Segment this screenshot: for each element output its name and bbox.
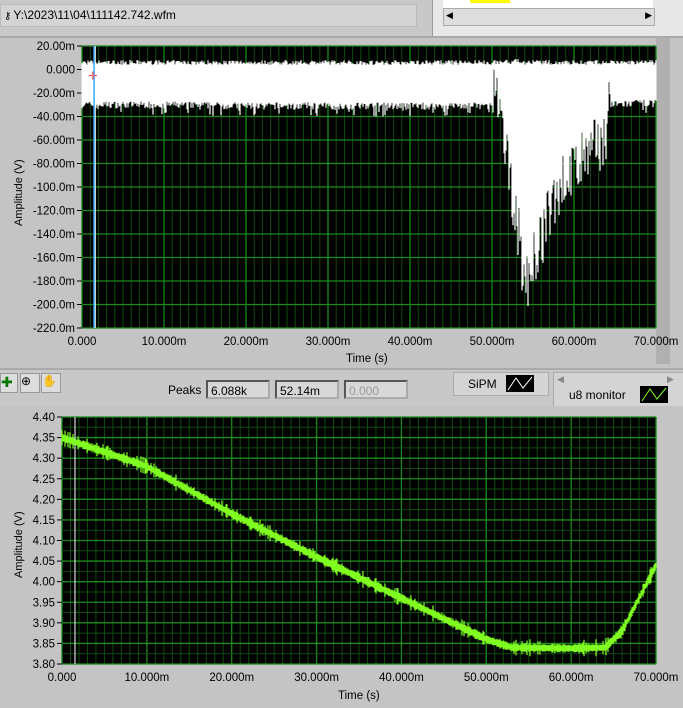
u8-monitor-graph[interactable]: 0.000 10.000m 20.000m 30.000m 40.000m 50.000m… (0, 0, 683, 708)
y-tick-label: 4.35 (33, 433, 55, 445)
x-axis-label-2: Time (s) (338, 690, 380, 702)
y-tick-label: 4.05 (33, 556, 55, 568)
y-tick-label: 4.15 (33, 515, 55, 527)
x-tick-label: 0.000 (48, 672, 77, 684)
x-tick-label: 70.000m (634, 672, 679, 684)
y-tick-label: 3.80 (33, 659, 55, 671)
y-tick-label: 4.30 (33, 453, 55, 465)
x-tick-label: 60.000m (549, 672, 594, 684)
x-tick-label: 50.000m (464, 672, 509, 684)
x-tick-label: 10.000m (124, 672, 169, 684)
x-tick-label: 20.000m (209, 672, 254, 684)
y-tick-label: 4.25 (33, 474, 55, 486)
y-tick-label: 3.90 (33, 618, 55, 630)
y-tick-label: 4.40 (33, 412, 55, 424)
x-tick-label: 40.000m (379, 672, 424, 684)
y-tick-label: 4.10 (33, 536, 55, 548)
y-axis-label-2: Amplitude (V) (13, 511, 25, 578)
x-tick-label: 30.000m (294, 672, 339, 684)
y-tick-label: 3.95 (33, 597, 55, 609)
y-tick-label: 4.20 (33, 494, 55, 506)
y-tick-label: 3.85 (33, 638, 55, 650)
y-tick-label: 4.00 (33, 577, 55, 589)
